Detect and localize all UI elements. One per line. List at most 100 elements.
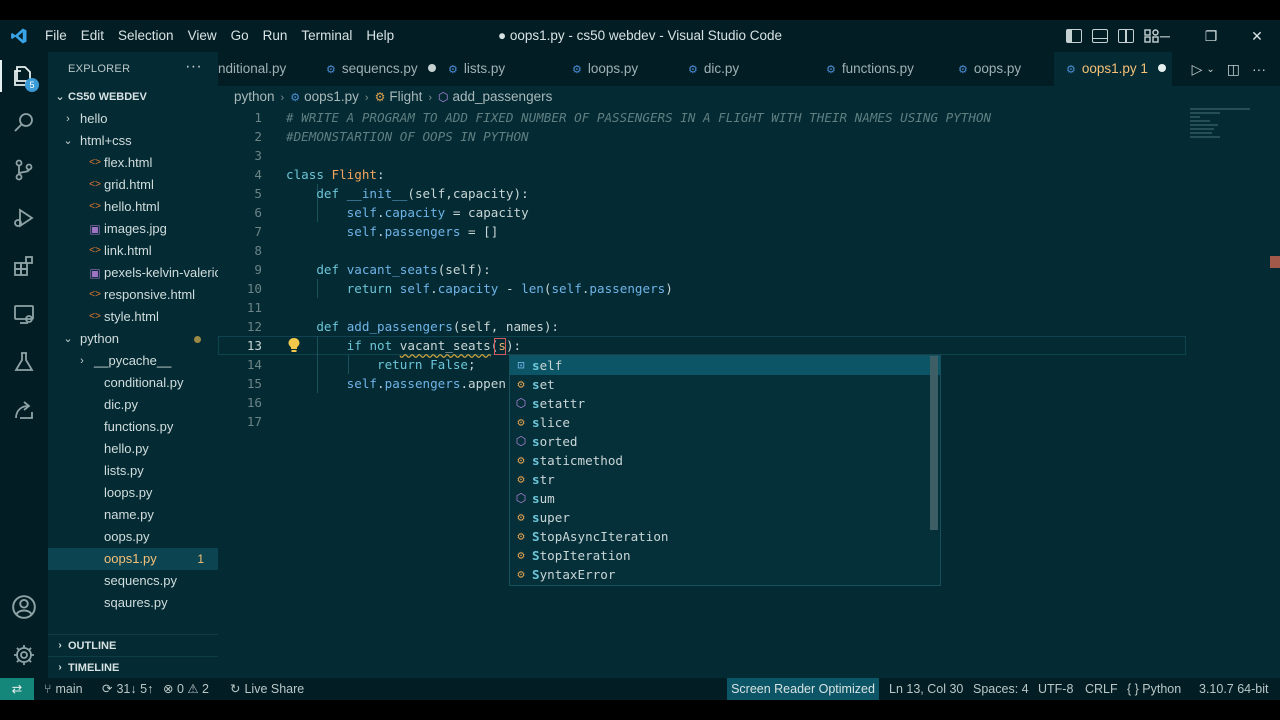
search-icon[interactable] bbox=[0, 102, 48, 142]
run-python-file-icon[interactable]: ▷ bbox=[1192, 61, 1203, 78]
suggestion-item[interactable]: ⚙ StopAsyncIteration bbox=[510, 527, 940, 546]
branch-indicator[interactable]: ⑂ main bbox=[44, 678, 83, 700]
suggestion-item[interactable]: ⬡ setattr bbox=[510, 394, 940, 413]
source-control-icon[interactable] bbox=[0, 150, 48, 190]
cursor-position[interactable]: Ln 13, Col 30 bbox=[889, 678, 963, 700]
explorer-icon[interactable]: 5 bbox=[0, 56, 48, 96]
manage-gear-icon[interactable] bbox=[0, 635, 48, 675]
explorer-item[interactable]: loops.py bbox=[48, 482, 218, 504]
suggestion-item[interactable]: ⊡ self bbox=[510, 356, 940, 375]
explorer-item[interactable]: oops.py bbox=[48, 526, 218, 548]
run-debug-icon[interactable] bbox=[0, 198, 48, 238]
toggle-panel-icon[interactable] bbox=[1092, 29, 1108, 43]
explorer-item[interactable]: functions.py bbox=[48, 416, 218, 438]
more-actions-icon[interactable]: ··· bbox=[1252, 61, 1266, 77]
explorer-item[interactable]: dic.py bbox=[48, 394, 218, 416]
suggestion-item[interactable]: ⚙ str bbox=[510, 470, 940, 489]
suggestion-item[interactable]: ⚙ SyntaxError bbox=[510, 565, 940, 584]
explorer-item[interactable]: <> style.html bbox=[48, 306, 218, 328]
editor-tab[interactable]: ⚙ oops1.py 1 bbox=[1054, 52, 1172, 86]
minimize-button[interactable]: ─ bbox=[1142, 20, 1188, 52]
suggestion-item[interactable]: ⚙ super bbox=[510, 508, 940, 527]
encoding[interactable]: UTF-8 bbox=[1038, 678, 1073, 700]
unsaved-dot-icon[interactable] bbox=[427, 64, 436, 72]
explorer-item[interactable]: <> hello.html bbox=[48, 196, 218, 218]
problems-indicator[interactable]: ⊗ 0 ⚠ 2 bbox=[163, 678, 209, 700]
menu-view[interactable]: View bbox=[181, 20, 224, 52]
explorer-item[interactable]: <> link.html bbox=[48, 240, 218, 262]
remote-indicator[interactable]: ⇄ bbox=[0, 678, 34, 700]
explorer-item[interactable]: ⌄ python bbox=[48, 328, 218, 350]
explorer-item[interactable]: sequencs.py bbox=[48, 570, 218, 592]
explorer-item[interactable]: conditional.py bbox=[48, 372, 218, 394]
suggestion-item[interactable]: ⚙ set bbox=[510, 375, 940, 394]
editor-tab[interactable]: ⚙ oops.py bbox=[946, 52, 1048, 86]
testing-icon[interactable] bbox=[0, 342, 48, 382]
editor-tab[interactable]: ⚙ lists.py bbox=[436, 52, 554, 86]
menu-selection[interactable]: Selection bbox=[111, 20, 181, 52]
end-of-line[interactable]: CRLF bbox=[1085, 678, 1118, 700]
remote-explorer-icon[interactable] bbox=[0, 294, 48, 334]
suggestions-scrollbar[interactable] bbox=[930, 356, 938, 530]
live-share-button[interactable]: ↻ Live Share bbox=[230, 678, 304, 700]
live-share-icon[interactable] bbox=[0, 390, 48, 430]
editor-tab[interactable]: ⚙ functions.py bbox=[814, 52, 940, 86]
outline-section[interactable]: › OUTLINE bbox=[48, 634, 218, 656]
suggestion-label: sum bbox=[532, 491, 555, 506]
explorer-item[interactable]: <> responsive.html bbox=[48, 284, 218, 306]
close-button[interactable]: ✕ bbox=[1234, 20, 1280, 52]
run-dropdown-chevron-icon[interactable]: ⌄ bbox=[1206, 64, 1214, 75]
explorer-item[interactable]: › hello bbox=[48, 108, 218, 130]
minimap[interactable] bbox=[1190, 108, 1260, 168]
explorer-item[interactable]: › __pycache__ bbox=[48, 350, 218, 372]
editor-tab[interactable]: ⚙ dic.py bbox=[676, 52, 808, 86]
autocomplete-suggestions[interactable]: ⊡ self ⚙ set ⬡ setattr ⚙ slice ⬡ sorted ⚙ staticmet… bbox=[509, 355, 941, 586]
explorer-item[interactable]: <> flex.html bbox=[48, 152, 218, 174]
explorer-item[interactable]: ▣pexels-kelvin-valerio... bbox=[48, 262, 218, 284]
explorer-item[interactable]: ⌄ html+css bbox=[48, 130, 218, 152]
screen-reader-mode[interactable]: Screen Reader Optimized bbox=[727, 678, 879, 700]
explorer-item[interactable]: ▣ images.jpg bbox=[48, 218, 218, 240]
unsaved-dot-icon[interactable] bbox=[1157, 64, 1166, 72]
timeline-section[interactable]: › TIMELINE bbox=[48, 656, 218, 678]
breadcrumb-folder[interactable]: python bbox=[234, 89, 275, 104]
suggestion-item[interactable]: ⚙ StopIteration bbox=[510, 546, 940, 565]
suggestion-item[interactable]: ⬡ sorted bbox=[510, 432, 940, 451]
menu-help[interactable]: Help bbox=[359, 20, 401, 52]
workspace-root[interactable]: ⌄ CS50 WEBDEV bbox=[48, 86, 218, 108]
explorer-item[interactable]: <> grid.html bbox=[48, 174, 218, 196]
suggestion-item[interactable]: ⚙ slice bbox=[510, 413, 940, 432]
sync-indicator[interactable]: ⟳ 31↓ 5↑ bbox=[102, 678, 153, 700]
suggestion-item[interactable]: ⬡ sum bbox=[510, 489, 940, 508]
suggestion-item[interactable]: ⚙ staticmethod bbox=[510, 451, 940, 470]
toggle-secondary-sidebar-icon[interactable] bbox=[1118, 29, 1134, 43]
indentation[interactable]: Spaces: 4 bbox=[973, 678, 1029, 700]
toggle-sidebar-icon[interactable] bbox=[1066, 29, 1082, 43]
menu-file[interactable]: File bbox=[38, 20, 74, 52]
explorer-item[interactable]: name.py bbox=[48, 504, 218, 526]
lightbulb-icon[interactable] bbox=[287, 337, 301, 356]
python-interpreter[interactable]: 3.10.7 64-bit bbox=[1199, 678, 1269, 700]
explorer-item-label: conditional.py bbox=[104, 375, 184, 390]
scrollbar-error-marker[interactable] bbox=[1270, 256, 1280, 268]
extensions-icon[interactable] bbox=[0, 246, 48, 286]
editor-tab[interactable]: nditional.py bbox=[218, 52, 308, 86]
menu-go[interactable]: Go bbox=[224, 20, 256, 52]
editor-tab[interactable]: ⚙ loops.py bbox=[560, 52, 670, 86]
language-mode[interactable]: { } Python bbox=[1127, 678, 1181, 700]
breadcrumb-class[interactable]: Flight bbox=[389, 89, 422, 104]
restore-button[interactable]: ❐ bbox=[1188, 20, 1234, 52]
explorer-item[interactable]: sqaures.py bbox=[48, 592, 218, 614]
editor-tab[interactable]: ⚙ sequencs.py bbox=[314, 52, 436, 86]
more-actions-icon[interactable]: ··· bbox=[185, 58, 202, 76]
breadcrumb-file[interactable]: oops1.py bbox=[304, 89, 359, 104]
breadcrumb-method[interactable]: add_passengers bbox=[453, 89, 553, 104]
split-editor-icon[interactable]: ◫ bbox=[1227, 61, 1240, 78]
accounts-icon[interactable] bbox=[0, 587, 48, 627]
explorer-item[interactable]: oops1.py 1 bbox=[48, 548, 218, 570]
explorer-item[interactable]: lists.py bbox=[48, 460, 218, 482]
menu-run[interactable]: Run bbox=[256, 20, 295, 52]
menu-edit[interactable]: Edit bbox=[74, 20, 111, 52]
menu-terminal[interactable]: Terminal bbox=[294, 20, 359, 52]
explorer-item[interactable]: hello.py bbox=[48, 438, 218, 460]
